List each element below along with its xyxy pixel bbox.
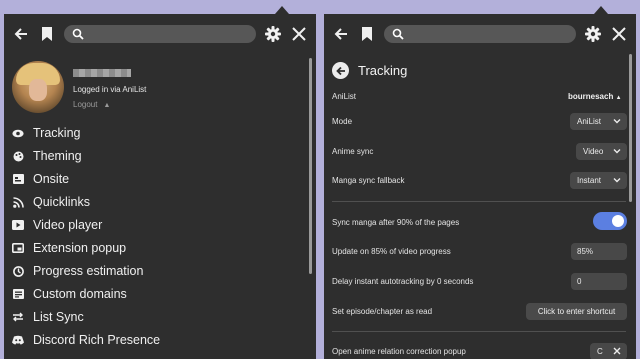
sidebar-item-label: Custom domains: [33, 287, 127, 301]
mode-select[interactable]: AniList: [570, 113, 627, 130]
sidebar-item-label: Video player: [33, 218, 103, 232]
section-divider: [332, 331, 626, 332]
sidebar-item-label: Discord Rich Presence: [33, 333, 161, 347]
arrow-left-icon[interactable]: [12, 25, 30, 43]
sidebar-item-list-sync[interactable]: List Sync: [12, 308, 84, 326]
logout-arrow-icon: ▲: [103, 102, 111, 109]
caret-up-icon: ▲: [615, 95, 622, 101]
username-redacted: [73, 69, 131, 77]
set-read-label: Set episode/chapter as read: [332, 307, 433, 316]
sync-manga-toggle[interactable]: [593, 212, 627, 230]
sidebar-item-custom-domains[interactable]: Custom domains: [12, 285, 127, 303]
shortcut-button[interactable]: Click to enter shortcut: [526, 303, 627, 320]
left-popup-panel: Logged in via AniList Logout ▲ Tracking T…: [4, 14, 316, 359]
left-scrollbar[interactable]: [309, 58, 312, 274]
sidebar-item-label: Progress estimation: [33, 264, 144, 278]
sidebar-item-tracking[interactable]: Tracking: [12, 124, 80, 142]
back-button[interactable]: [332, 62, 349, 79]
anilist-label: AniList: [332, 92, 357, 101]
page-title: Tracking: [358, 63, 408, 78]
anime-sync-label: Anime sync: [332, 147, 374, 156]
eye-icon: [12, 127, 24, 139]
right-popup-panel: Tracking AniList bournesach ▲ Mode AniLi…: [324, 14, 636, 359]
chevron-down-icon: [613, 178, 621, 183]
bookmark-icon[interactable]: [358, 25, 376, 43]
domains-icon: [12, 288, 24, 300]
mode-label: Mode: [332, 117, 353, 126]
bookmark-icon[interactable]: [38, 25, 56, 43]
close-icon: [613, 347, 621, 355]
anime-sync-select[interactable]: Video: [576, 143, 627, 160]
sidebar-item-extension-popup[interactable]: Extension popup: [12, 239, 126, 257]
sidebar-item-progress-estimation[interactable]: Progress estimation: [12, 262, 143, 280]
sidebar-item-video-player[interactable]: Video player: [12, 216, 102, 234]
sync-manga-label: Sync manga after 90% of the pages: [332, 218, 460, 227]
close-icon[interactable]: [610, 25, 628, 43]
video-icon: [12, 219, 24, 231]
discord-icon: [12, 334, 24, 346]
sidebar-item-label: Theming: [33, 149, 82, 163]
sidebar-item-label: Tracking: [33, 126, 81, 140]
gear-icon[interactable]: [584, 25, 602, 43]
left-popup-caret: [275, 6, 289, 14]
delay-input[interactable]: 0: [571, 273, 627, 290]
right-toolbar: [324, 22, 636, 46]
update-video-label: Update on 85% of video progress: [332, 247, 451, 256]
gear-icon[interactable]: [264, 25, 282, 43]
sidebar-item-theming[interactable]: Theming: [12, 147, 82, 165]
onsite-icon: [12, 173, 24, 185]
delay-label: Delay instant autotracking by 0 seconds: [332, 277, 474, 286]
section-divider: [332, 201, 626, 202]
sidebar-item-label: Extension popup: [33, 241, 127, 255]
sidebar-item-quicklinks[interactable]: Quicklinks: [12, 193, 90, 211]
logged-in-text: Logged in via AniList: [73, 85, 147, 94]
anilist-username[interactable]: bournesach ▲: [568, 92, 622, 101]
right-scrollbar[interactable]: [629, 54, 632, 202]
search-icon: [392, 27, 404, 45]
close-icon[interactable]: [290, 25, 308, 43]
sidebar-item-label: Onsite: [33, 172, 70, 186]
arrow-left-icon: [335, 66, 345, 75]
arrow-left-icon[interactable]: [332, 25, 350, 43]
sidebar-item-onsite[interactable]: Onsite: [12, 170, 69, 188]
video-progress-input[interactable]: 85%: [571, 243, 627, 260]
chevron-down-icon: [613, 149, 621, 154]
left-toolbar: [4, 22, 316, 46]
popup-icon: [12, 242, 24, 254]
search-icon: [72, 27, 84, 45]
relation-popup-select[interactable]: C: [590, 343, 627, 359]
manga-sync-label: Manga sync fallback: [332, 176, 405, 185]
relation-popup-label: Open anime relation correction popup: [332, 347, 466, 356]
sidebar-item-discord[interactable]: Discord Rich Presence: [12, 331, 160, 349]
search-input[interactable]: [384, 25, 576, 43]
sync-icon: [12, 311, 24, 323]
manga-sync-select[interactable]: Instant: [570, 172, 627, 189]
relation-popup-glyph: C: [597, 347, 603, 356]
logout-link[interactable]: Logout ▲: [73, 100, 110, 109]
right-popup-caret: [594, 6, 608, 14]
search-input[interactable]: [64, 25, 256, 43]
rss-icon: [12, 196, 24, 208]
palette-icon: [12, 150, 24, 162]
sidebar-item-label: Quicklinks: [33, 195, 90, 209]
progress-icon: [12, 265, 24, 277]
chevron-down-icon: [613, 119, 621, 124]
sidebar-item-label: List Sync: [33, 310, 84, 324]
avatar: [12, 61, 64, 113]
toggle-knob: [612, 215, 624, 227]
